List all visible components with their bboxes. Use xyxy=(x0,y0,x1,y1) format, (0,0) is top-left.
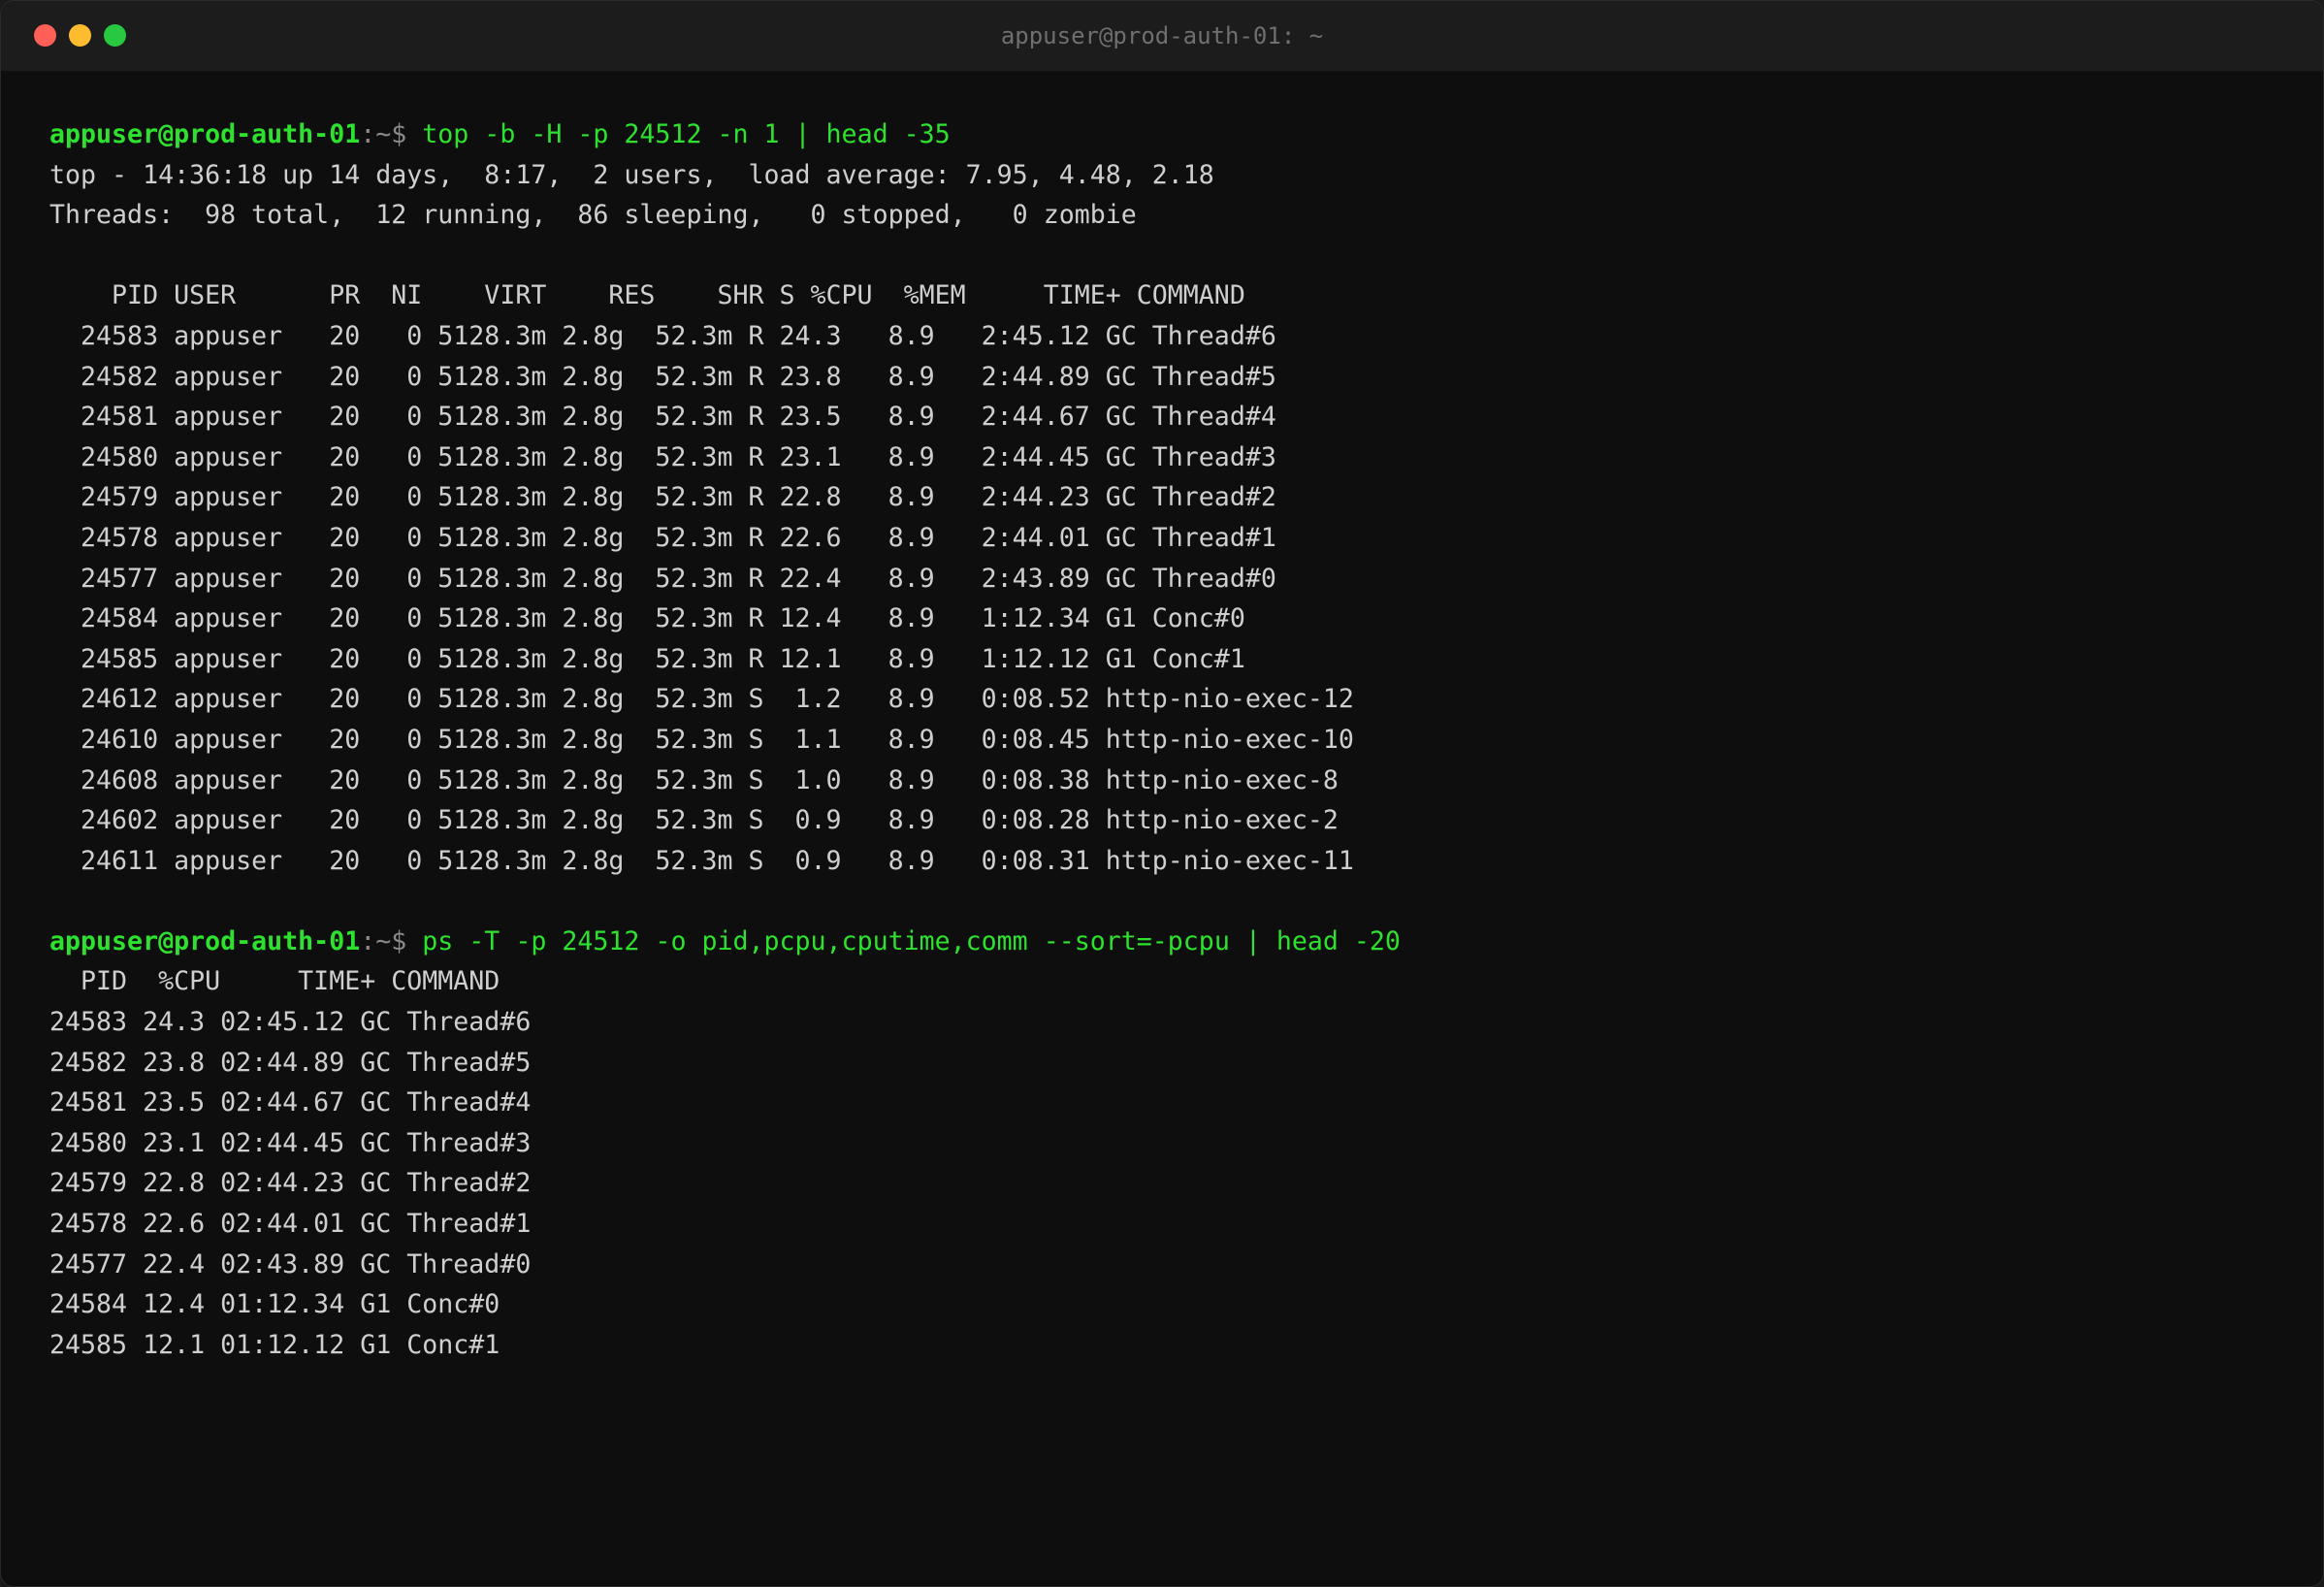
output-line: 24610 appuser 20 0 5128.3m 2.8g 52.3m S … xyxy=(49,724,1354,755)
output-line: top - 14:36:18 up 14 days, 8:17, 2 users… xyxy=(49,159,1214,190)
prompt-user-host: appuser@prod-auth-01 xyxy=(49,119,361,149)
output-line: 24585 12.1 01:12.12 G1 Conc#1 xyxy=(49,1329,500,1360)
output-line: 24602 appuser 20 0 5128.3m 2.8g 52.3m S … xyxy=(49,805,1339,836)
window-title: appuser@prod-auth-01: ~ xyxy=(1000,22,1324,49)
command-prompt-line: appuser@prod-auth-01:~$ top -b -H -p 245… xyxy=(49,114,1401,155)
output-line: 24577 appuser 20 0 5128.3m 2.8g 52.3m R … xyxy=(49,563,1276,594)
output-line: PID USER PR NI VIRT RES SHR S %CPU %MEM … xyxy=(49,280,1245,311)
output-line: 24581 23.5 02:44.67 GC Thread#4 xyxy=(49,1087,532,1118)
output-line: 24578 appuser 20 0 5128.3m 2.8g 52.3m R … xyxy=(49,522,1276,553)
output-line: PID %CPU TIME+ COMMAND xyxy=(49,966,500,997)
output-line: 24584 12.4 01:12.34 G1 Conc#0 xyxy=(49,1289,500,1320)
prompt-path: :~$ xyxy=(360,119,423,149)
output-line: 24608 appuser 20 0 5128.3m 2.8g 52.3m S … xyxy=(49,764,1339,795)
output-line: 24579 22.8 02:44.23 GC Thread#2 xyxy=(49,1168,532,1199)
output-line: 24583 24.3 02:45.12 GC Thread#6 xyxy=(49,1007,532,1038)
command-text: top -b -H -p 24512 -n 1 | head -35 xyxy=(422,119,951,149)
output-line: 24611 appuser 20 0 5128.3m 2.8g 52.3m S … xyxy=(49,845,1354,876)
command-prompt-line: appuser@prod-auth-01:~$ ps -T -p 24512 -… xyxy=(49,922,1401,962)
output-line: Threads: 98 total, 12 running, 86 sleepi… xyxy=(49,200,1137,231)
command-text: ps -T -p 24512 -o pid,pcpu,cputime,comm … xyxy=(422,925,1401,956)
terminal-window: appuser@prod-auth-01: ~ appuser@prod-aut… xyxy=(0,0,2324,1587)
output-line: 24578 22.6 02:44.01 GC Thread#1 xyxy=(49,1209,532,1240)
output-line: 24582 appuser 20 0 5128.3m 2.8g 52.3m R … xyxy=(49,361,1276,392)
prompt-path: :~$ xyxy=(360,925,423,956)
output-line: 24612 appuser 20 0 5128.3m 2.8g 52.3m S … xyxy=(49,684,1354,715)
prompt-user-host: appuser@prod-auth-01 xyxy=(49,925,361,956)
title-bar[interactable]: appuser@prod-auth-01: ~ xyxy=(1,1,2323,72)
output-line: 24579 appuser 20 0 5128.3m 2.8g 52.3m R … xyxy=(49,482,1276,513)
output-line: 24580 23.1 02:44.45 GC Thread#3 xyxy=(49,1127,532,1158)
output-line: 24583 appuser 20 0 5128.3m 2.8g 52.3m R … xyxy=(49,320,1276,351)
output-line: 24580 appuser 20 0 5128.3m 2.8g 52.3m R … xyxy=(49,441,1276,472)
output-line: 24582 23.8 02:44.89 GC Thread#5 xyxy=(49,1047,532,1078)
output-line: 24577 22.4 02:43.89 GC Thread#0 xyxy=(49,1248,532,1279)
output-line: 24585 appuser 20 0 5128.3m 2.8g 52.3m R … xyxy=(49,643,1245,674)
output-line: 24584 appuser 20 0 5128.3m 2.8g 52.3m R … xyxy=(49,603,1245,634)
terminal-output[interactable]: appuser@prod-auth-01:~$ top -b -H -p 245… xyxy=(49,114,1401,1365)
output-line: 24581 appuser 20 0 5128.3m 2.8g 52.3m R … xyxy=(49,402,1276,433)
